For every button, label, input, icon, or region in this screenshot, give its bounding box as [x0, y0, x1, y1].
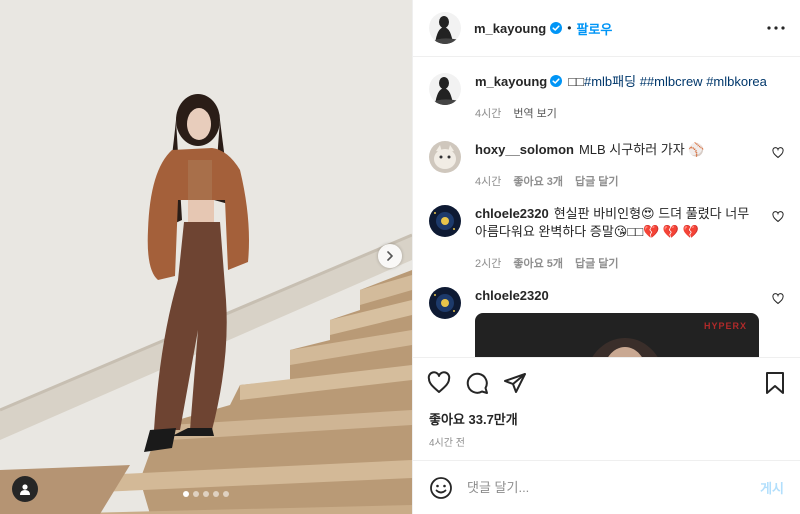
- chevron-right-icon: [387, 251, 393, 261]
- post-side-panel: m_kayoung • 팔로우 m_kayoung □□#mlb패딩 ##mlb…: [412, 0, 800, 514]
- post-actions: [413, 357, 800, 407]
- carousel-indicator: [0, 491, 412, 497]
- comment-item: chloele2320 현실판 바비인형😍 드뎌 풀렸다 너무 아름다워요 완벽하…: [429, 205, 784, 271]
- post-photo[interactable]: [0, 0, 412, 514]
- caption-text: m_kayoung □□#mlb패딩 ##mlbcrew #mlbkorea: [475, 73, 784, 91]
- caption-time: 4시간: [475, 108, 502, 120]
- comment-like-heart-icon[interactable]: [772, 211, 784, 226]
- heart-icon[interactable]: [427, 370, 451, 395]
- hashtag-link[interactable]: ##mlbcrew: [640, 74, 703, 89]
- author-username[interactable]: m_kayoung: [474, 21, 546, 36]
- hashtag-link[interactable]: #mlb패딩: [584, 74, 636, 89]
- avatar-image: [429, 12, 461, 44]
- comment-likes[interactable]: 좋아요 5개: [513, 255, 563, 271]
- caption-meta: 4시간 번역 보기: [475, 105, 784, 121]
- comment-text: chloele2320: [475, 287, 759, 305]
- verified-badge-icon: [550, 75, 563, 87]
- carousel-dot: [223, 491, 229, 497]
- comment-item: chloele2320 HYPERX: [429, 287, 784, 357]
- comment-embedded-image[interactable]: HYPERX: [475, 313, 759, 357]
- carousel-dot: [213, 491, 219, 497]
- reply-button[interactable]: 답글 달기: [575, 173, 619, 189]
- translate-link[interactable]: 번역 보기: [513, 105, 557, 121]
- comment-username[interactable]: chloele2320: [475, 206, 549, 221]
- emoji-smile-icon[interactable]: [429, 476, 453, 500]
- embed-photo: [592, 338, 658, 357]
- comment-like-heart-icon[interactable]: [772, 293, 784, 308]
- comment-username[interactable]: hoxy__solomon: [475, 142, 574, 157]
- paper-plane-icon[interactable]: [503, 371, 527, 395]
- carousel-dot: [193, 491, 199, 497]
- verified-badge-icon: [550, 22, 563, 34]
- carousel-next-button[interactable]: [378, 244, 402, 268]
- comment-text: chloele2320 현실판 바비인형😍 드뎌 풀렸다 너무 아름다워요 완벽하…: [475, 205, 758, 241]
- comment-username[interactable]: chloele2320: [475, 288, 549, 303]
- comment-meta: 4시간 좋아요 3개 답글 달기: [475, 173, 758, 189]
- bookmark-icon[interactable]: [764, 371, 786, 395]
- comment-meta: 2시간 좋아요 5개 답글 달기: [475, 255, 758, 271]
- comment-time: 4시간: [475, 176, 502, 188]
- post-dialog: m_kayoung • 팔로우 m_kayoung □□#mlb패딩 ##mlb…: [0, 0, 800, 514]
- comment-text: hoxy__solomon MLB 시구하러 가자 ⚾: [475, 141, 758, 159]
- avatar-image: [429, 205, 461, 237]
- comment-likes[interactable]: 좋아요 3개: [513, 173, 563, 189]
- post-caption: m_kayoung □□#mlb패딩 ##mlbcrew #mlbkorea 4시…: [429, 73, 784, 121]
- photo-scene: [0, 0, 412, 514]
- comment-item: hoxy__solomon MLB 시구하러 가자 ⚾ 4시간 좋아요 3개 답글…: [429, 141, 784, 189]
- avatar-image: [429, 141, 461, 173]
- hashtag-link[interactable]: #mlbkorea: [706, 74, 767, 89]
- add-comment-bar: 게시: [413, 460, 800, 514]
- header-separator: •: [567, 21, 572, 35]
- commenter-avatar[interactable]: [429, 287, 461, 319]
- comment-time: 2시간: [475, 258, 502, 270]
- follow-button[interactable]: 팔로우: [576, 19, 612, 38]
- comment-like-heart-icon[interactable]: [772, 147, 784, 162]
- reply-button[interactable]: 답글 달기: [575, 255, 619, 271]
- embed-brand-text: HYPERX: [703, 321, 747, 331]
- comment-input[interactable]: [467, 480, 761, 495]
- comment-body: MLB 시구하러 가자 ⚾: [578, 142, 705, 157]
- carousel-dot: [183, 491, 189, 497]
- commenter-avatar[interactable]: [429, 141, 461, 173]
- user-tag-button[interactable]: [12, 476, 38, 502]
- likes-count[interactable]: 좋아요 33.7만개: [413, 409, 800, 428]
- caption-prefix: □□: [568, 74, 584, 89]
- carousel-dot: [203, 491, 209, 497]
- comments-list[interactable]: m_kayoung □□#mlb패딩 ##mlbcrew #mlbkorea 4시…: [413, 57, 800, 357]
- caption-username[interactable]: m_kayoung: [475, 74, 547, 89]
- commenter-avatar[interactable]: [429, 205, 461, 237]
- more-options-icon[interactable]: [766, 25, 786, 31]
- author-avatar[interactable]: [429, 12, 461, 44]
- avatar-image: [429, 73, 461, 105]
- comment-bubble-icon[interactable]: [465, 371, 489, 395]
- post-comment-button[interactable]: 게시: [760, 478, 784, 497]
- caption-avatar[interactable]: [429, 73, 461, 105]
- post-timestamp[interactable]: 4시간 전: [413, 434, 800, 449]
- avatar-image: [429, 287, 461, 319]
- post-header: m_kayoung • 팔로우: [413, 0, 800, 57]
